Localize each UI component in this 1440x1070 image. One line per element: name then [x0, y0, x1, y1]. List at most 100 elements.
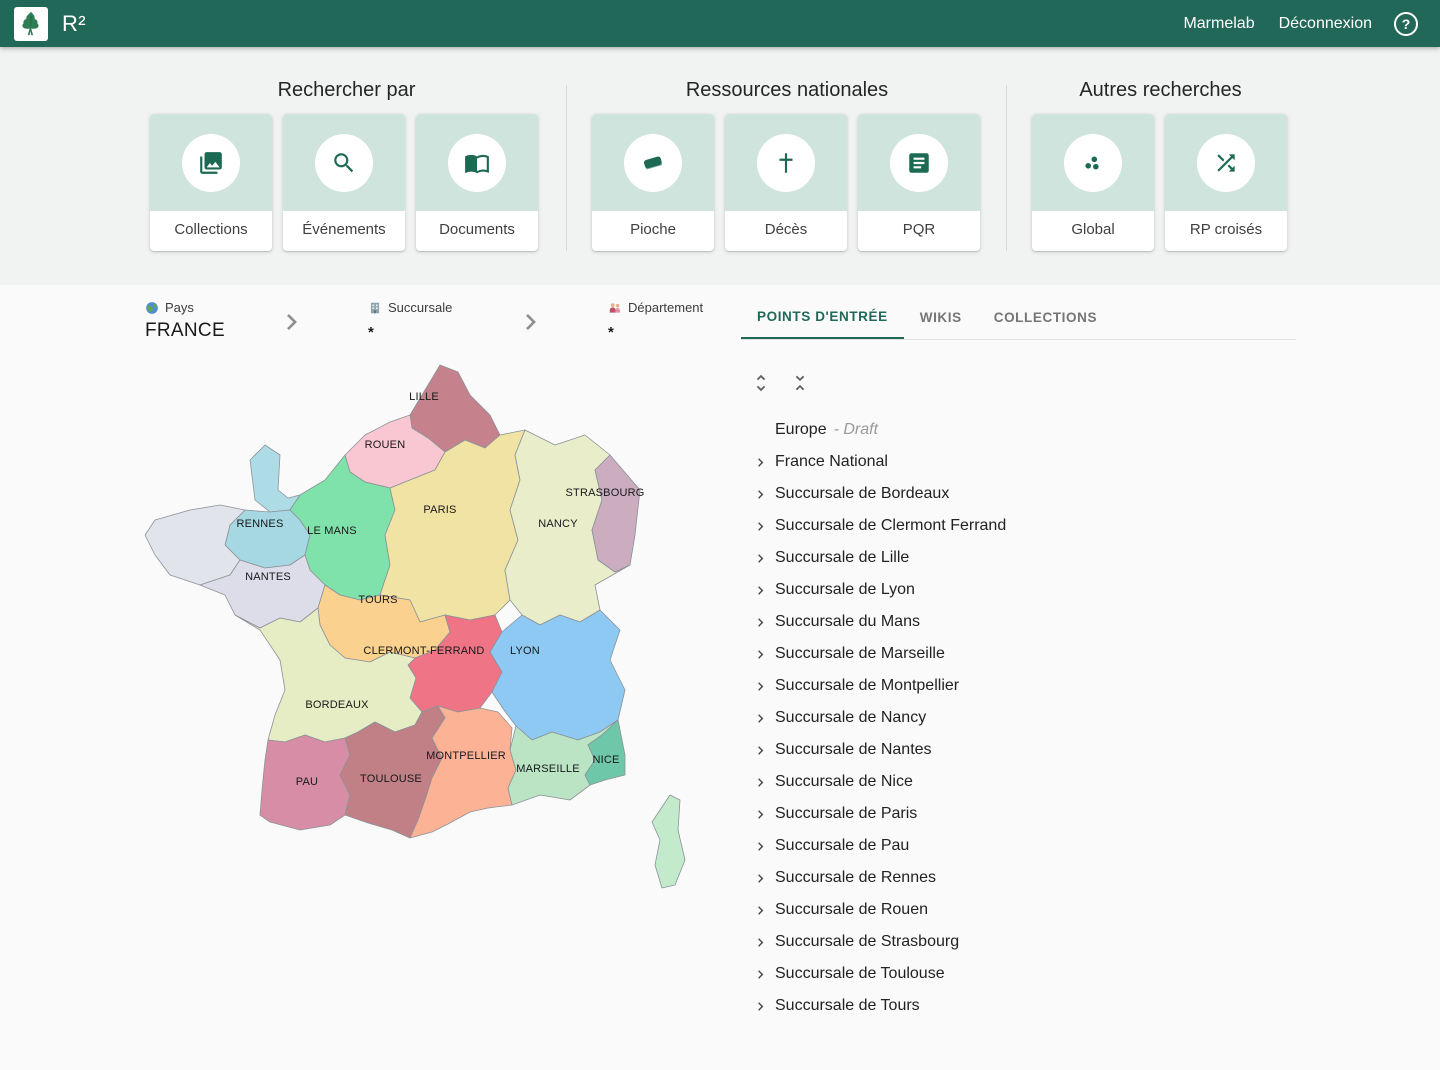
- search-icon: [315, 134, 373, 192]
- card-label: Documents: [416, 211, 538, 251]
- chevron-right-icon: [752, 966, 769, 983]
- pqr-card[interactable]: PQR: [858, 114, 980, 251]
- global-card[interactable]: Global: [1032, 114, 1154, 251]
- tree-logo-icon: [17, 10, 45, 38]
- filter-pays-value: FRANCE: [145, 320, 225, 342]
- section-divider: [566, 85, 567, 251]
- article-icon: [890, 134, 948, 192]
- chevron-right-icon: [752, 902, 769, 919]
- section-title: Autres recherches: [1032, 79, 1289, 102]
- rp-croises-card[interactable]: RP croisés: [1165, 114, 1287, 251]
- chevron-right-icon: [515, 306, 547, 338]
- chevron-right-icon: [752, 486, 769, 503]
- tree-item[interactable]: Succursale de Pau: [741, 830, 1296, 862]
- logout-button[interactable]: Déconnexion: [1267, 7, 1384, 41]
- tree-item[interactable]: Succursale de Marseille: [741, 638, 1296, 670]
- tree-item[interactable]: Succursale du Mans: [741, 606, 1296, 638]
- chevron-right-icon: [752, 646, 769, 663]
- account-button[interactable]: Marmelab: [1171, 7, 1266, 41]
- filter-departement[interactable]: Département *: [608, 300, 703, 341]
- chevron-right-icon: [752, 870, 769, 887]
- chevron-right-icon: [276, 306, 308, 338]
- tab-collections[interactable]: COLLECTIONS: [978, 295, 1113, 339]
- chevron-right-icon: [752, 742, 769, 759]
- shuffle-icon: [1197, 134, 1255, 192]
- card-label: Pioche: [592, 211, 714, 251]
- tree-tools: [750, 372, 811, 394]
- tree-item[interactable]: France National: [741, 446, 1296, 478]
- tree-root-europe[interactable]: Europe - Draft: [741, 414, 1296, 446]
- group-ressources-nationales: Ressources nationales Pioche Décès PQR: [592, 79, 982, 251]
- card-label: Global: [1032, 211, 1154, 251]
- right-panel-tabs: POINTS D'ENTRÉE WIKIS COLLECTIONS: [741, 295, 1296, 340]
- tree-item[interactable]: Succursale de Rouen: [741, 894, 1296, 926]
- tab-wikis[interactable]: WIKIS: [904, 295, 978, 339]
- bubble-chart-icon: [1064, 134, 1122, 192]
- globe-icon: [145, 301, 159, 315]
- app-title: R²: [62, 11, 86, 37]
- chevron-right-icon: [752, 710, 769, 727]
- map-region-cotentin[interactable]: [250, 445, 300, 512]
- tree-item[interactable]: Succursale de Nice: [741, 766, 1296, 798]
- chevron-right-icon: [752, 550, 769, 567]
- entry-points-tree: Europe - Draft France National Succursal…: [741, 414, 1296, 1022]
- cross-icon: [757, 134, 815, 192]
- deces-card[interactable]: Décès: [725, 114, 847, 251]
- map-region-pau[interactable]: [260, 735, 350, 830]
- filter-pays[interactable]: Pays FRANCE: [145, 300, 225, 342]
- evenements-card[interactable]: Événements: [283, 114, 405, 251]
- unfold-less-icon[interactable]: [789, 372, 811, 394]
- map-region-lyon[interactable]: [490, 610, 625, 740]
- department-icon: [608, 301, 622, 315]
- tree-item[interactable]: Succursale de Bordeaux: [741, 478, 1296, 510]
- section-divider: [1006, 85, 1007, 251]
- chevron-right-icon: [752, 454, 769, 471]
- card-label: RP croisés: [1165, 211, 1287, 251]
- documents-card[interactable]: Documents: [416, 114, 538, 251]
- chevron-right-icon: [752, 838, 769, 855]
- tree-item[interactable]: Succursale de Lille: [741, 542, 1296, 574]
- section-title: Ressources nationales: [592, 79, 982, 102]
- tree-item[interactable]: Succursale de Nancy: [741, 702, 1296, 734]
- group-rechercher-par: Rechercher par Collections Événements Do…: [150, 79, 543, 251]
- app-logo[interactable]: [14, 7, 48, 41]
- draft-badge: - Draft: [834, 421, 878, 439]
- map-region-strasbourg[interactable]: [592, 455, 640, 572]
- chevron-right-icon: [752, 806, 769, 823]
- tree-item[interactable]: Succursale de Lyon: [741, 574, 1296, 606]
- chevron-right-icon: [752, 678, 769, 695]
- card-label: PQR: [858, 211, 980, 251]
- group-autres-recherches: Autres recherches Global RP croisés: [1032, 79, 1289, 251]
- tree-item[interactable]: Succursale de Paris: [741, 798, 1296, 830]
- pioche-card[interactable]: Pioche: [592, 114, 714, 251]
- tab-points-dentree[interactable]: POINTS D'ENTRÉE: [741, 295, 904, 339]
- card-label: Collections: [150, 211, 272, 251]
- tree-item[interactable]: Succursale de Tours: [741, 990, 1296, 1022]
- search-launcher-section: Rechercher par Collections Événements Do…: [0, 47, 1440, 285]
- filter-departement-value: *: [608, 324, 703, 341]
- section-title: Rechercher par: [150, 79, 543, 102]
- app-header: R² Marmelab Déconnexion ?: [0, 0, 1440, 47]
- book-3d-icon: [624, 134, 682, 192]
- chevron-right-icon: [752, 934, 769, 951]
- building-icon: [368, 301, 382, 315]
- help-icon[interactable]: ?: [1394, 12, 1418, 36]
- collections-card[interactable]: Collections: [150, 114, 272, 251]
- filter-succursale[interactable]: Succursale *: [368, 300, 452, 341]
- chevron-right-icon: [752, 998, 769, 1015]
- card-label: Décès: [725, 211, 847, 251]
- map-region-corse[interactable]: [652, 795, 685, 888]
- tree-item[interactable]: Succursale de Toulouse: [741, 958, 1296, 990]
- menu-book-icon: [448, 134, 506, 192]
- tree-item[interactable]: Succursale de Montpellier: [741, 670, 1296, 702]
- tree-item[interactable]: Succursale de Rennes: [741, 862, 1296, 894]
- card-label: Événements: [283, 211, 405, 251]
- tree-item[interactable]: Succursale de Strasbourg: [741, 926, 1296, 958]
- chevron-right-icon: [752, 582, 769, 599]
- unfold-more-icon[interactable]: [750, 372, 772, 394]
- chevron-right-icon: [752, 614, 769, 631]
- tree-item[interactable]: Succursale de Nantes: [741, 734, 1296, 766]
- chevron-right-icon: [752, 774, 769, 791]
- tree-item[interactable]: Succursale de Clermont Ferrand: [741, 510, 1296, 542]
- photo-library-icon: [182, 134, 240, 192]
